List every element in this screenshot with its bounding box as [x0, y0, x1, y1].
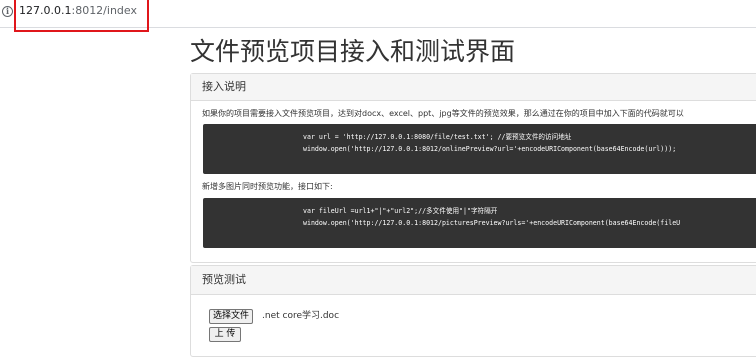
single-preview-code-block: var url = 'http://127.0.0.1:8080/file/te…: [203, 124, 756, 174]
choose-file-button[interactable]: 选择文件: [209, 309, 254, 324]
code-line: window.open('http://127.0.0.1:8012/pictu…: [303, 219, 681, 227]
code-line: window.open('http://127.0.0.1:8012/onlin…: [303, 145, 677, 153]
selected-file-name: .net core学习.doc: [262, 311, 340, 321]
code-line: var url = 'http://127.0.0.1:8080/file/te…: [303, 133, 572, 141]
preview-test-panel-heading: 预览测试: [191, 266, 756, 295]
multi-preview-code-block: var fileUrl =url1+"|"+"url2";//多文件使用"|"字…: [203, 198, 756, 248]
page-title: 文件预览项目接入和测试界面: [190, 37, 516, 66]
integration-panel-heading: 接入说明: [191, 74, 756, 101]
preview-test-panel: 预览测试 选择文件 .net core学习.doc 上 传: [190, 265, 756, 357]
upload-button[interactable]: 上 传: [209, 327, 241, 342]
info-icon[interactable]: i: [2, 6, 13, 17]
single-preview-description: 如果你的项目需要接入文件预览项目，达到对docx、excel、ppt、jpg等文…: [202, 109, 684, 118]
code-line: var fileUrl =url1+"|"+"url2";//多文件使用"|"字…: [303, 207, 498, 215]
url-highlight-box: [14, 0, 149, 32]
integration-panel: 接入说明 如果你的项目需要接入文件预览项目，达到对docx、excel、ppt、…: [190, 73, 756, 263]
multi-preview-description: 新增多图片同时预览功能，接口如下:: [202, 182, 333, 191]
